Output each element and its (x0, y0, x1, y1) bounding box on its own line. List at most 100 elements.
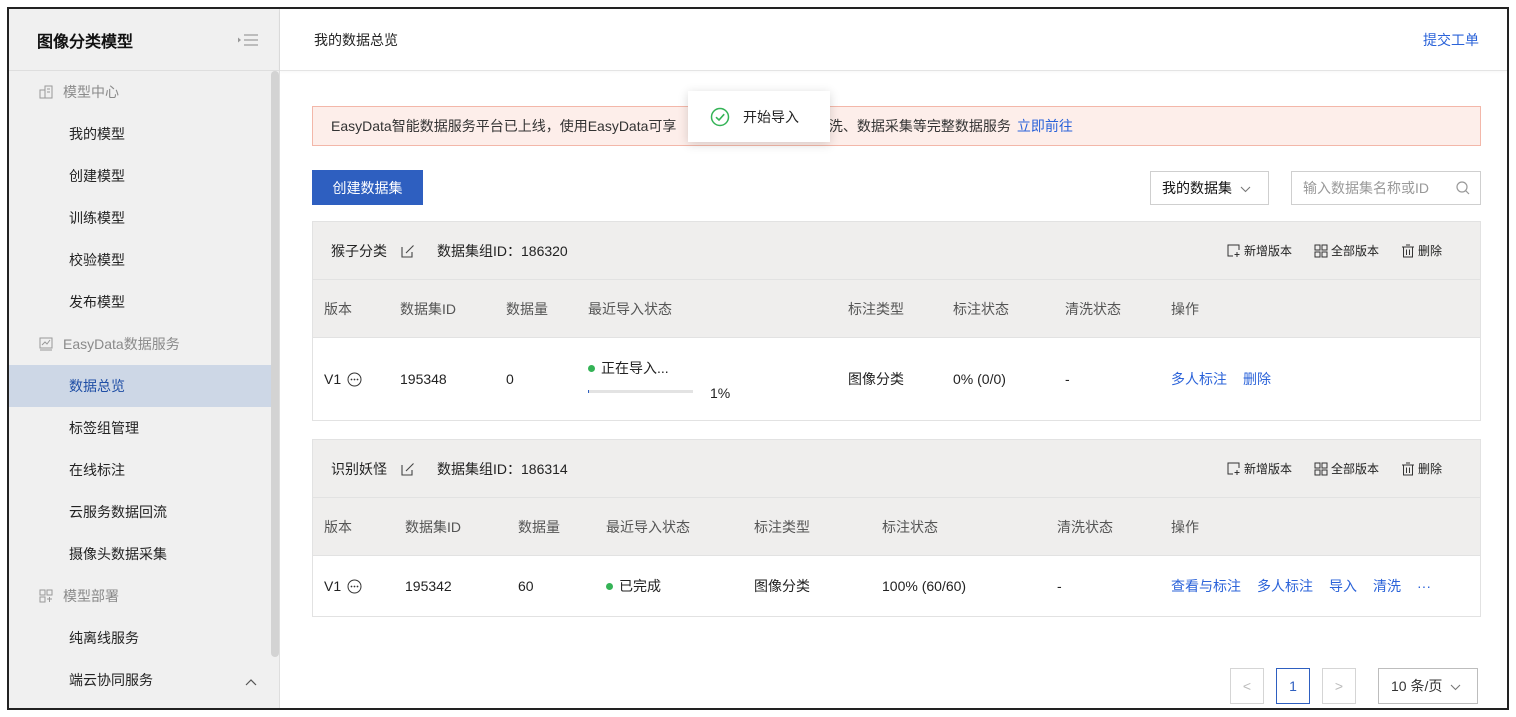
sidebar-menu: 模型中心 我的模型 创建模型 训练模型 校验模型 发布模型 EasyData数据… (9, 71, 279, 701)
sidebar-item-data-overview[interactable]: 数据总览 (9, 365, 279, 407)
dataset-id: 195342 (405, 578, 452, 594)
sidebar: 图像分类模型 模型中心 我的模型 创建模型 训练模型 校验模型 发布模型 Eas… (9, 9, 280, 708)
card-actions: 新增版本 全部版本 删除 (1205, 242, 1480, 259)
sidebar-item-validate-model[interactable]: 校验模型 (9, 239, 279, 281)
all-versions-label: 全部版本 (1330, 462, 1379, 476)
add-version-icon (1227, 244, 1240, 257)
sidebar-group-label: 模型部署 (63, 588, 119, 604)
dataset-search (1291, 171, 1481, 205)
sidebar-item-camera-collection[interactable]: 摄像头数据采集 (9, 533, 279, 575)
all-versions-button[interactable]: 全部版本 (1314, 242, 1379, 259)
column-header: 版本 (324, 518, 352, 535)
more-options-icon[interactable] (347, 372, 362, 387)
main-content: 我的数据总览 提交工单 EasyData智能数据服务平台已上线，使用EasyDa… (280, 9, 1507, 708)
grid-icon (1314, 462, 1328, 475)
success-check-icon (710, 107, 730, 126)
version-label: V1 (324, 371, 342, 387)
status-dot (606, 582, 613, 590)
import-progress-bar (588, 390, 693, 393)
pagination: < 1 > 10 条/页 (1230, 668, 1478, 704)
delete-link[interactable]: 删除 (1243, 369, 1271, 389)
column-header: 标注类型 (848, 300, 904, 317)
version-label: V1 (324, 578, 342, 594)
sidebar-item-offline-service[interactable]: 纯离线服务 (9, 617, 279, 659)
clean-status: - (1057, 578, 1062, 594)
data-count: 0 (506, 371, 514, 387)
chart-icon (39, 337, 53, 351)
import-link[interactable]: 导入 (1329, 576, 1357, 596)
dataset-card-header: 猴子分类 数据集组ID：186320 新增版本 全部版本 删除 (313, 222, 1480, 280)
building-icon (39, 85, 53, 99)
sidebar-title: 图像分类模型 (37, 33, 134, 51)
column-header: 标注状态 (953, 300, 1009, 317)
table-header: 版本 数据集ID 数据量 最近导入状态 标注类型 标注状态 清洗状态 操作 (313, 280, 1480, 338)
chevron-up-icon[interactable] (245, 673, 257, 689)
delete-group-button[interactable]: 删除 (1401, 242, 1442, 259)
next-page-button[interactable]: > (1322, 668, 1356, 704)
breadcrumb: 我的数据总览 (314, 31, 398, 48)
add-version-label: 新增版本 (1243, 244, 1292, 258)
column-header: 操作 (1171, 300, 1199, 317)
sidebar-item-label: 端云协同服务 (69, 672, 153, 688)
dataset-id: 195348 (400, 371, 447, 387)
all-versions-button[interactable]: 全部版本 (1314, 460, 1379, 477)
version-cell: V1 (324, 556, 362, 616)
sidebar-item-publish-model[interactable]: 发布模型 (9, 281, 279, 323)
data-count: 60 (518, 578, 534, 594)
sidebar-item-train-model[interactable]: 训练模型 (9, 197, 279, 239)
label-status: 0% (0/0) (953, 371, 1006, 387)
add-version-button[interactable]: 新增版本 (1227, 242, 1292, 259)
app-frame: 图像分类模型 模型中心 我的模型 创建模型 训练模型 校验模型 发布模型 Eas… (7, 7, 1509, 710)
trash-icon (1401, 244, 1414, 257)
dataset-filter-value: 我的数据集 (1162, 180, 1232, 196)
dataset-card-header: 识别妖怪 数据集组ID：186314 新增版本 全部版本 删除 (313, 440, 1480, 498)
more-operations-icon[interactable]: ··· (1417, 578, 1431, 594)
clean-status: - (1065, 371, 1070, 387)
import-status-text: 正在导入... (588, 358, 693, 378)
sidebar-group-deployment: 模型部署 (9, 575, 279, 617)
search-icon[interactable] (1455, 180, 1471, 196)
sidebar-item-label-groups[interactable]: 标签组管理 (9, 407, 279, 449)
edit-icon[interactable] (401, 244, 415, 258)
search-input[interactable] (1303, 180, 1449, 196)
table-row: V1 195342 60 已完成 图像分类 100% (60/60) - 查看与… (313, 556, 1480, 616)
sidebar-item-edge-cloud-service[interactable]: 端云协同服务 (9, 659, 279, 701)
prev-page-button[interactable]: < (1230, 668, 1264, 704)
page-1-button[interactable]: 1 (1276, 668, 1310, 704)
column-header: 数据集ID (405, 518, 461, 535)
view-and-label-link[interactable]: 查看与标注 (1171, 576, 1241, 596)
column-header: 操作 (1171, 518, 1199, 535)
banner-go-link[interactable]: 立即前往 (1017, 116, 1073, 136)
multi-label-link[interactable]: 多人标注 (1257, 576, 1313, 596)
add-version-label: 新增版本 (1243, 462, 1292, 476)
import-status: 正在导入... 1% (588, 358, 730, 401)
edit-icon[interactable] (401, 462, 415, 476)
column-header: 标注类型 (754, 518, 810, 535)
delete-group-button[interactable]: 删除 (1401, 460, 1442, 477)
add-version-button[interactable]: 新增版本 (1227, 460, 1292, 477)
submit-ticket-link[interactable]: 提交工单 (1423, 30, 1479, 50)
multi-label-link[interactable]: 多人标注 (1171, 369, 1227, 389)
sidebar-group-label: EasyData数据服务 (63, 336, 180, 352)
clean-link[interactable]: 清洗 (1373, 576, 1401, 596)
sidebar-group-easydata: EasyData数据服务 (9, 323, 279, 365)
column-header: 清洗状态 (1057, 518, 1113, 535)
sidebar-item-my-models[interactable]: 我的模型 (9, 113, 279, 155)
more-options-icon[interactable] (347, 579, 362, 594)
page-size-select[interactable]: 10 条/页 (1378, 668, 1478, 704)
dataset-filter-select[interactable]: 我的数据集 (1150, 171, 1269, 205)
chevron-down-icon (1240, 180, 1251, 196)
column-header: 标注状态 (882, 518, 938, 535)
chevron-down-icon (1450, 678, 1461, 694)
dataset-group-id: 数据集组ID：186314 (437, 460, 568, 477)
collapse-menu-icon[interactable] (237, 32, 259, 48)
sidebar-scrollbar[interactable] (271, 71, 279, 657)
add-version-icon (1227, 462, 1240, 475)
table-row: V1 195348 0 正在导入... 1% 图像分类 0% (0/0) - 多… (313, 338, 1480, 420)
sidebar-item-online-labeling[interactable]: 在线标注 (9, 449, 279, 491)
column-header: 数据量 (506, 300, 548, 317)
sidebar-item-cloud-data-backflow[interactable]: 云服务数据回流 (9, 491, 279, 533)
card-actions: 新增版本 全部版本 删除 (1205, 460, 1480, 477)
sidebar-item-create-model[interactable]: 创建模型 (9, 155, 279, 197)
create-dataset-button[interactable]: 创建数据集 (312, 170, 423, 205)
